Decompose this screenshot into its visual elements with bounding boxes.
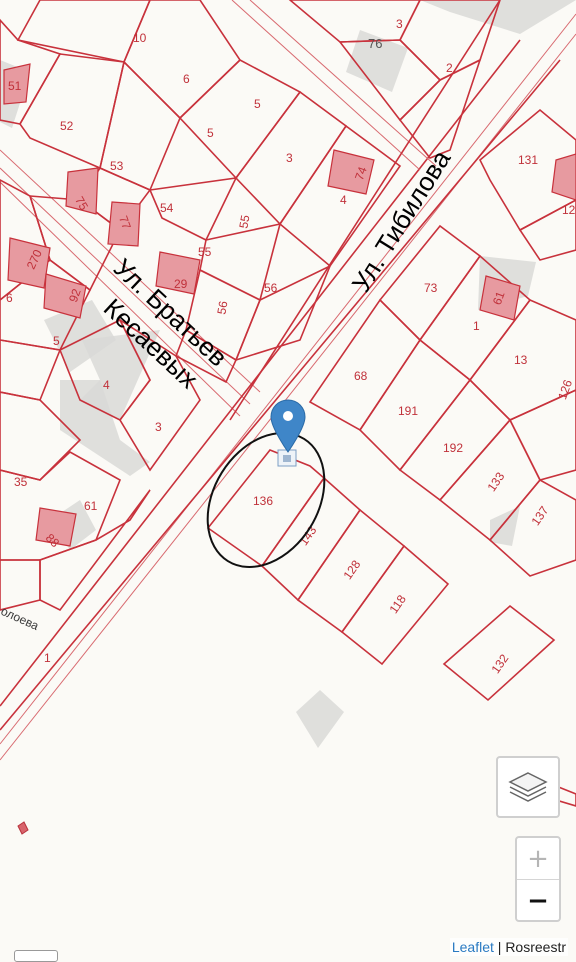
- map-pin-icon[interactable]: [270, 399, 306, 453]
- plot-number: 55: [198, 245, 212, 259]
- attribution-separator: |: [493, 939, 506, 955]
- plot-number: 29: [174, 277, 188, 291]
- plot-number: 1: [473, 319, 480, 333]
- street-label-partial: олоева: [0, 604, 41, 633]
- plot-number: 3: [286, 151, 293, 165]
- plot-number: 55: [236, 214, 252, 230]
- layers-button[interactable]: [496, 756, 560, 818]
- plot-number: 3: [155, 420, 162, 434]
- plot-number: 56: [214, 300, 230, 316]
- zoom-in-button[interactable]: +: [517, 838, 559, 880]
- attribution: Leaflet | Rosreestr: [449, 938, 568, 956]
- plot-number: 118: [386, 592, 409, 616]
- zoom-control: + −: [515, 836, 561, 922]
- plot-number: 5: [53, 334, 60, 348]
- plot-number: 192: [443, 441, 463, 455]
- plot-number: 3: [396, 17, 403, 31]
- plot-number: 6: [183, 72, 190, 86]
- plot-number: 68: [354, 369, 368, 383]
- plot-number: 51: [8, 79, 22, 93]
- plot-number: 4: [103, 378, 110, 392]
- plot-number: 137: [528, 503, 551, 528]
- plot-number: 10: [133, 31, 147, 45]
- plot-number: 126: [555, 377, 575, 401]
- plot-number: 35: [14, 475, 28, 489]
- plot-number: 5: [254, 97, 261, 111]
- location-marker[interactable]: [270, 399, 306, 467]
- plot-number: 132: [488, 651, 511, 676]
- plot-number: 73: [424, 281, 438, 295]
- plot-number: 53: [110, 159, 124, 173]
- plot-number: 5: [207, 126, 214, 140]
- plot-number: 128: [340, 557, 363, 582]
- plot-number: 61: [84, 499, 98, 513]
- plot-number: 13: [514, 353, 528, 367]
- leaflet-link[interactable]: Leaflet: [452, 939, 494, 955]
- layers-icon: [508, 772, 548, 802]
- plot-number: 2: [446, 61, 453, 75]
- plot-number: 143: [296, 523, 319, 548]
- zoom-out-button[interactable]: −: [517, 880, 559, 921]
- scale-box: [14, 950, 58, 962]
- map-shadows: [0, 0, 576, 748]
- attribution-source: Rosreestr: [505, 939, 566, 955]
- plot-number: 191: [398, 404, 418, 418]
- plot-number: 133: [484, 469, 507, 494]
- plot-number: 12: [562, 203, 576, 217]
- plot-number: 6: [6, 291, 13, 305]
- cadastral-map[interactable]: 10 3 76 2 51 6 52 5 5 53 3 131 75 77 54 …: [0, 0, 576, 960]
- plot-number: 56: [264, 281, 278, 295]
- plot-number: 4: [340, 193, 347, 207]
- plot-number: 131: [518, 153, 538, 167]
- plot-number: 76: [368, 36, 382, 51]
- plot-number: 52: [60, 119, 74, 133]
- plot-number: 1: [44, 651, 51, 665]
- plot-number: 54: [160, 201, 174, 215]
- plot-number: 136: [253, 494, 273, 508]
